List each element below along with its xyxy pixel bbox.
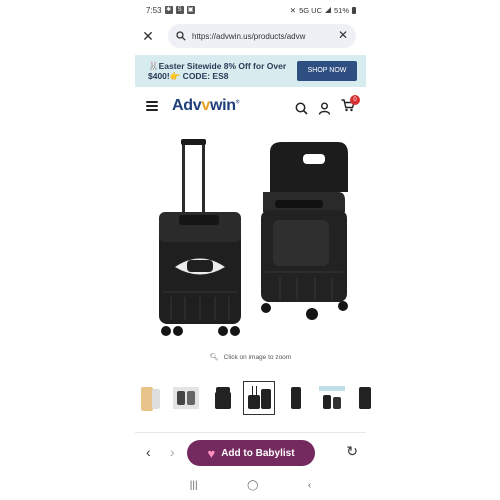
thumbnail-image <box>359 387 371 409</box>
shop-now-button[interactable]: SHOP NOW <box>297 61 357 81</box>
thumbnail-2[interactable] <box>171 381 201 415</box>
add-to-babylist-button[interactable]: ♥ Add to Babylist <box>187 440 315 466</box>
thumbnail-strip <box>135 381 371 415</box>
thumbnail-image <box>173 387 199 409</box>
forward-arrow-icon[interactable]: › <box>170 444 175 460</box>
thumbnail-image <box>248 386 271 409</box>
app-notification-icon: S <box>175 6 184 14</box>
address-bar[interactable]: https://advwin.us/products/advw ✕ <box>168 24 356 48</box>
mute-icon: ✕ <box>289 5 297 15</box>
refresh-icon[interactable]: ↻ <box>346 443 358 460</box>
url-text: https://advwin.us/products/advw <box>192 31 306 41</box>
thumbnail-6[interactable] <box>317 381 347 415</box>
account-icon[interactable] <box>318 102 331 115</box>
browser-toolbar: ✕ https://advwin.us/products/advw ✕ <box>135 24 366 48</box>
back-arrow-icon[interactable]: ‹ <box>146 444 151 460</box>
promo-banner[interactable]: 🐰Easter Sitewide 8% Off for Over $400!👉 … <box>135 55 366 87</box>
search-icon[interactable] <box>295 102 308 115</box>
divider <box>135 432 366 433</box>
luggage-image <box>159 139 348 336</box>
signal-icon <box>324 7 331 13</box>
thumbnail-4[interactable] <box>243 381 275 415</box>
bottom-action-bar: ‹ › ♥ Add to Babylist ↻ <box>135 440 366 468</box>
thumbnail-image <box>141 387 160 411</box>
search-icon <box>176 31 186 41</box>
recent-apps-icon[interactable]: ||| <box>190 480 198 491</box>
home-icon[interactable]: ◯ <box>247 480 258 491</box>
gallery-notification-icon: ▣ <box>186 6 195 14</box>
battery-percent: 51% <box>333 5 349 15</box>
system-back-icon[interactable]: ‹ <box>308 480 311 491</box>
zoom-icon: 🔍︎ <box>209 354 219 361</box>
heart-icon: ♥ <box>207 445 216 461</box>
site-header: Advvwin® 0 <box>135 93 366 121</box>
product-main-image[interactable] <box>135 132 366 347</box>
thumbnail-7[interactable] <box>353 381 373 415</box>
battery-icon <box>352 6 356 14</box>
phone-screen: 7:53 ✱ S ▣ ✕ 5G UC 51% ✕ https://advwin.… <box>135 0 371 500</box>
cart-count-badge: 0 <box>350 95 360 105</box>
menu-icon[interactable] <box>146 101 158 111</box>
thumbnail-5[interactable] <box>281 381 311 415</box>
system-nav-bar: ||| ◯ ‹ <box>135 476 366 494</box>
notification-icon: ✱ <box>164 6 173 14</box>
zoom-hint: 🔍︎ Click on image to zoom <box>209 354 292 361</box>
thumbnail-image <box>319 386 345 409</box>
status-time: 7:53 <box>146 5 162 15</box>
status-bar: 7:53 ✱ S ▣ ✕ 5G UC 51% <box>135 0 366 20</box>
thumbnail-1[interactable] <box>135 381 165 415</box>
thumbnail-image <box>291 387 301 409</box>
thumbnail-image <box>215 387 231 409</box>
clear-url-button[interactable]: ✕ <box>338 28 348 42</box>
thumbnail-3[interactable] <box>207 381 237 415</box>
site-logo[interactable]: Advvwin® <box>172 97 239 115</box>
promo-text: 🐰Easter Sitewide 8% Off for Over $400!👉 … <box>148 61 287 81</box>
carrier-label: 5G UC <box>299 5 322 15</box>
cart-button[interactable]: 0 <box>341 95 360 117</box>
close-tab-button[interactable]: ✕ <box>135 24 161 48</box>
